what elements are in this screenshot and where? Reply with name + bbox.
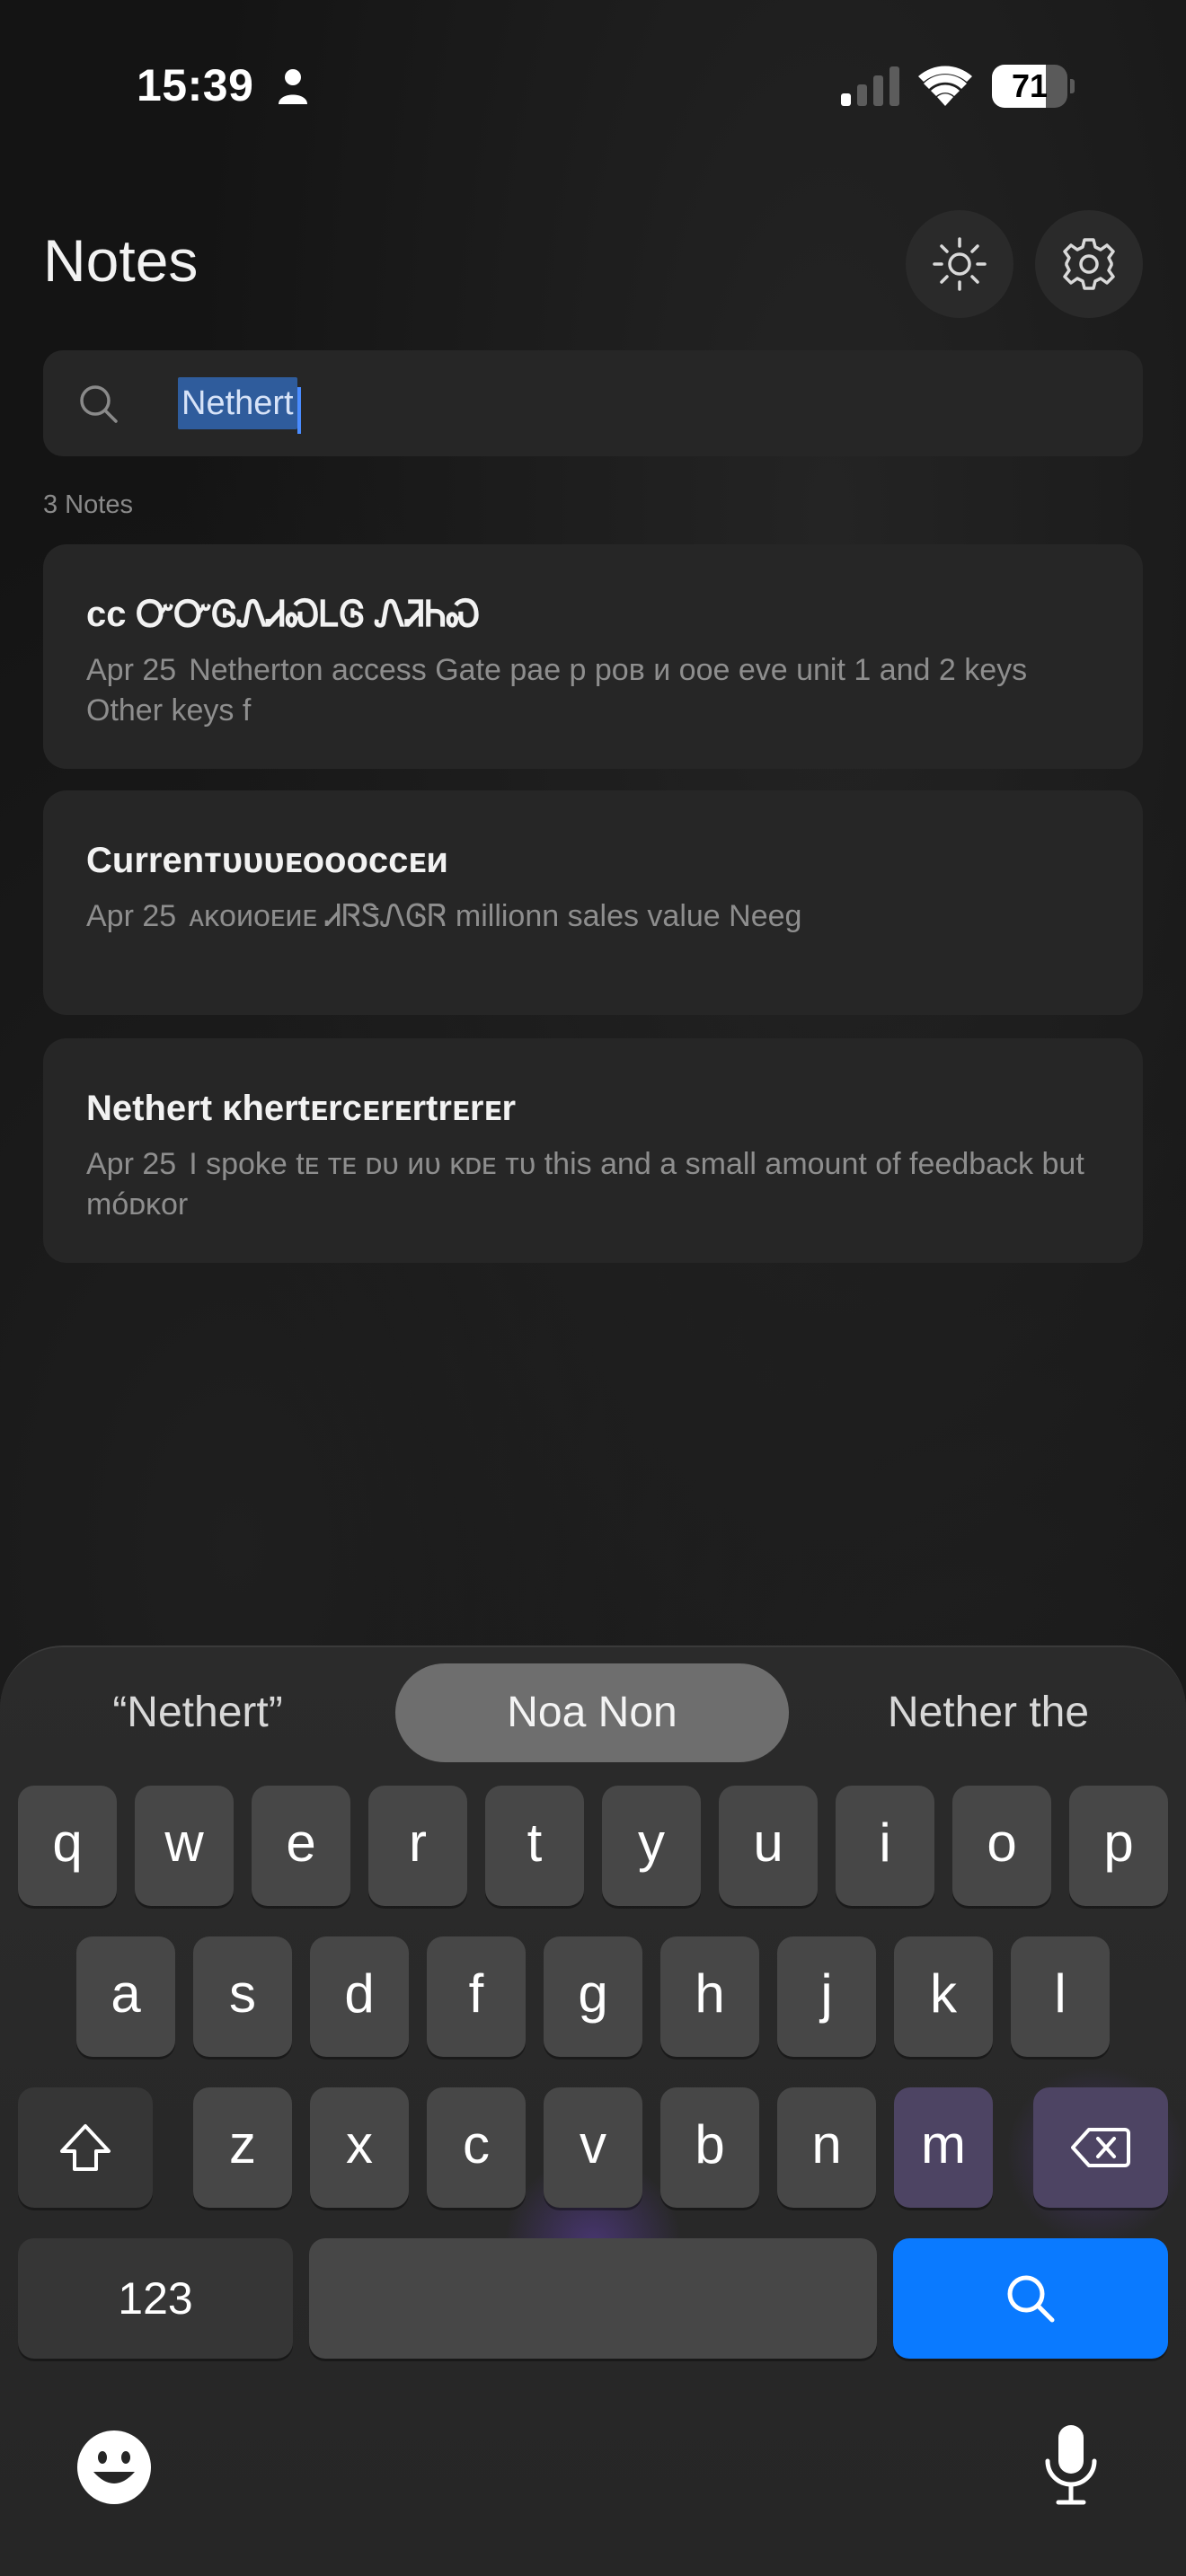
search-key[interactable] — [893, 2238, 1168, 2359]
note-preview: Apr 25 Netherton access Gate paе р ров и … — [86, 650, 1111, 731]
settings-button[interactable] — [1035, 210, 1143, 318]
suggestion-alt[interactable]: Nether the — [845, 1663, 1132, 1762]
delete-key[interactable] — [1033, 2087, 1168, 2208]
search-icon — [80, 385, 118, 423]
search-input-value: Nethert — [178, 377, 297, 429]
emoji-icon[interactable] — [75, 2429, 153, 2506]
search-bar[interactable]: Nethert — [43, 350, 1143, 456]
note-title: Nethert ᴋhertᴇrᴄᴇrᴇrtrᴇrᴇr — [86, 1089, 517, 1128]
key-s[interactable]: s — [193, 1936, 292, 2057]
search-icon — [1007, 2275, 1055, 2323]
key-u[interactable]: u — [719, 1786, 818, 1906]
shift-icon — [60, 2124, 111, 2171]
battery-level: 71 — [1011, 67, 1049, 104]
note-card[interactable]: Nethert ᴋhertᴇrᴄᴇrᴇrtrᴇrᴇr Apr 25 I spoke… — [43, 1038, 1143, 1263]
numbers-key[interactable]: 123 — [18, 2238, 293, 2359]
note-snippet: Netherton access Gate paе р ров и оое еv… — [86, 653, 1028, 728]
note-card[interactable]: ᴄᴄ ᏅᏅᎶᏁᏗᏍᏞᎶ ᏁᏘᏂᏍ Apr 25 Netherton access … — [43, 544, 1143, 769]
text-caret — [296, 386, 301, 434]
key-c[interactable]: c — [427, 2087, 526, 2208]
note-snippet: I spoke tᴇ ᴛᴇ ᴅᴜ ᴎᴜ ᴋᴅᴇ ᴛᴜ this and a sm… — [86, 1147, 1084, 1222]
key-t[interactable]: t — [485, 1786, 584, 1906]
key-a[interactable]: a — [76, 1936, 175, 2057]
key-g[interactable]: g — [544, 1936, 642, 2057]
key-v[interactable]: v — [544, 2087, 642, 2208]
battery-icon: 71 — [992, 65, 1075, 108]
note-date: Apr 25 — [86, 1147, 177, 1181]
note-date: Apr 25 — [86, 653, 177, 687]
wifi-icon — [918, 66, 972, 106]
key-k[interactable]: k — [894, 1936, 993, 2057]
shift-key[interactable] — [18, 2087, 153, 2208]
key-d[interactable]: d — [310, 1936, 409, 2057]
note-preview: Apr 25 I spoke tᴇ ᴛᴇ ᴅᴜ ᴎᴜ ᴋᴅᴇ ᴛᴜ this an… — [86, 1144, 1111, 1225]
key-r[interactable]: r — [368, 1786, 467, 1906]
gear-icon — [1063, 238, 1115, 290]
suggestion-selected[interactable]: Noa Non — [395, 1663, 789, 1762]
note-date: Apr 25 — [86, 899, 177, 933]
person-icon — [279, 69, 307, 104]
key-z[interactable]: z — [193, 2087, 292, 2208]
key-q[interactable]: q — [18, 1786, 117, 1906]
key-j[interactable]: j — [777, 1936, 876, 2057]
key-b[interactable]: b — [660, 2087, 759, 2208]
status-bar: 15:39 71 — [0, 0, 1186, 171]
note-count: 3 Notes — [43, 490, 133, 519]
key-l[interactable]: l — [1011, 1936, 1110, 2057]
key-i[interactable]: i — [836, 1786, 934, 1906]
key-p[interactable]: p — [1069, 1786, 1168, 1906]
search-input[interactable]: Nethert — [178, 377, 301, 434]
notes-screen: 15:39 71 Notes Nethert 3 Notes ᴄᴄ ᏅᏅᎶᏁᏗᏍ… — [0, 0, 1186, 2576]
note-title: Currenᴛᴜᴜᴜᴇᴏᴏᴏᴄᴄᴇᴎ — [86, 841, 448, 880]
page-title: Notes — [43, 227, 199, 294]
key-x[interactable]: x — [310, 2087, 409, 2208]
suggestion-literal[interactable]: “Nethert” — [54, 1663, 341, 1762]
note-preview: Apr 25 ᴀᴋᴏᴎᴏᴇᴎᴇ ᏗᏒᏕᏁᎶᏒ millionn sales val… — [86, 896, 1111, 937]
delete-icon — [1071, 2128, 1130, 2167]
key-o[interactable]: o — [952, 1786, 1051, 1906]
key-e[interactable]: e — [252, 1786, 350, 1906]
key-m[interactable]: m — [894, 2087, 993, 2208]
sun-icon — [933, 237, 987, 291]
mic-icon[interactable] — [1042, 2423, 1100, 2508]
key-y[interactable]: y — [602, 1786, 701, 1906]
note-card[interactable]: Currenᴛᴜᴜᴜᴇᴏᴏᴏᴄᴄᴇᴎ Apr 25 ᴀᴋᴏᴎᴏᴇᴎᴇ ᏗᏒᏕᏁᎶᏒ… — [43, 790, 1143, 1015]
note-title: ᴄᴄ ᏅᏅᎶᏁᏗᏍᏞᎶ ᏁᏘᏂᏍ — [86, 595, 481, 634]
space-key[interactable] — [309, 2238, 877, 2359]
key-f[interactable]: f — [427, 1936, 526, 2057]
status-time: 15:39 — [137, 60, 254, 110]
note-snippet: ᴀᴋᴏᴎᴏᴇᴎᴇ ᏗᏒᏕᏁᎶᏒ millionn sales value Nee… — [189, 899, 802, 933]
theme-toggle-button[interactable] — [906, 210, 1013, 318]
key-n[interactable]: n — [777, 2087, 876, 2208]
key-w[interactable]: w — [135, 1786, 234, 1906]
signal-icon — [841, 66, 899, 106]
key-h[interactable]: h — [660, 1936, 759, 2057]
